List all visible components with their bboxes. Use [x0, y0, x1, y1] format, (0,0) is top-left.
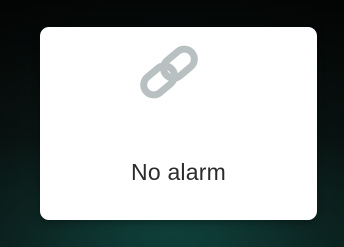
screen-background: { "card": { "icon": "link-icon", "label"…: [0, 0, 344, 247]
no-alarm-label: No alarm: [131, 159, 226, 185]
link-icon: [140, 45, 198, 99]
